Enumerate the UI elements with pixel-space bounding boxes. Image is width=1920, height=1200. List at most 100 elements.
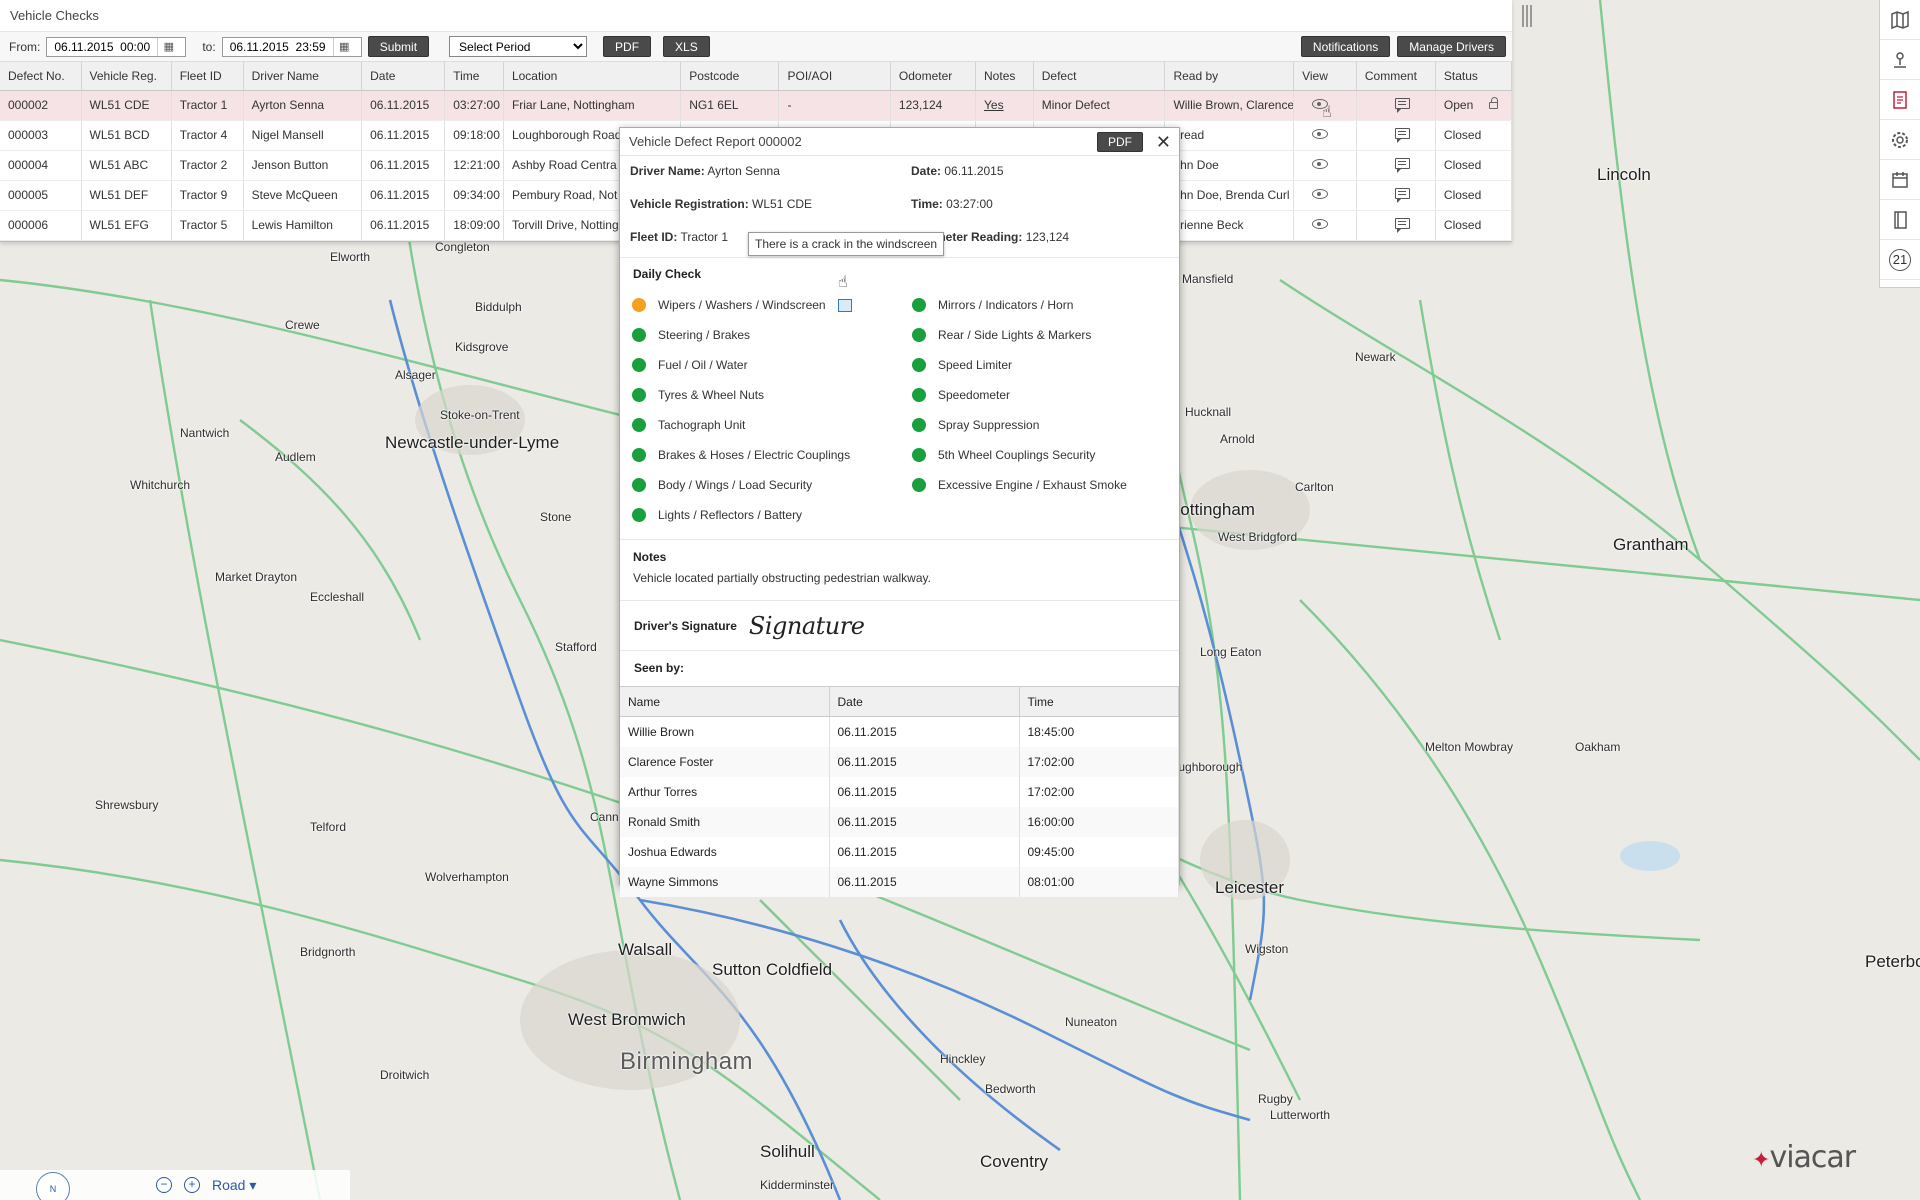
column-header[interactable]: View xyxy=(1293,62,1357,91)
table-cell: 06.11.2015 xyxy=(361,90,446,121)
column-header[interactable]: Comment xyxy=(1356,62,1436,91)
map-place-label: Long Eaton xyxy=(1200,645,1262,659)
map-place-label: Oakham xyxy=(1575,740,1621,754)
report-icon[interactable] xyxy=(1880,80,1920,120)
table-cell: Tractor 9 xyxy=(171,180,244,211)
settings-icon[interactable] xyxy=(1880,120,1920,160)
seen-cell: Clarence Foster xyxy=(620,746,830,777)
submit-button[interactable]: Submit xyxy=(367,36,430,57)
lock-icon[interactable] xyxy=(1489,97,1499,110)
column-header[interactable]: Date xyxy=(361,62,446,91)
manage-drivers-button[interactable]: Manage Drivers xyxy=(1397,36,1506,57)
map-place-label: Whitchurch xyxy=(130,478,191,492)
check-label: Mirrors / Indicators / Horn xyxy=(938,298,1074,312)
column-header[interactable]: Vehicle Reg. xyxy=(81,62,172,91)
zoom-in-icon[interactable]: + xyxy=(184,1177,200,1193)
time-field: Time: 03:27:00 xyxy=(911,197,993,211)
table-row[interactable]: 000002 WL51 CDE Tractor 1 Ayrton Senna 06.11… xyxy=(0,90,1513,121)
ok-status-icon xyxy=(912,448,926,462)
time-value: 03:27:00 xyxy=(946,197,993,211)
daily-check-left-column: Wipers / Washers / Windscreen Steering / … xyxy=(632,290,912,530)
map-place-label: Stone xyxy=(540,510,572,524)
table-cell: WL51 ABC xyxy=(81,150,172,181)
seen-column-header[interactable]: Date xyxy=(829,686,1020,717)
calendar-icon[interactable]: ▦ xyxy=(157,37,179,56)
compass-icon[interactable]: N xyxy=(36,1172,70,1200)
column-header[interactable]: Odometer xyxy=(890,62,977,91)
map-place-label: Carlton xyxy=(1295,480,1334,494)
seen-cell: 06.11.2015 xyxy=(829,836,1020,867)
status-text: Closed xyxy=(1443,158,1482,172)
table-cell: 09:34:00 xyxy=(444,180,504,211)
column-header[interactable]: Defect xyxy=(1033,62,1166,91)
map-place-label: Rugby xyxy=(1258,1092,1293,1106)
check-label: Body / Wings / Load Security xyxy=(658,478,813,492)
book-icon[interactable] xyxy=(1880,200,1920,240)
column-header[interactable]: Fleet ID xyxy=(171,62,244,91)
table-cell: Friar Lane, Nottingham xyxy=(503,90,682,121)
to-date-input[interactable] xyxy=(222,39,333,54)
ok-status-icon xyxy=(632,418,646,432)
column-header[interactable]: Defect No. xyxy=(0,62,82,91)
eye-icon[interactable] xyxy=(1312,219,1329,229)
check-label: Speed Limiter xyxy=(938,358,1013,372)
from-date-input[interactable] xyxy=(47,39,158,54)
period-select[interactable]: Select Period xyxy=(449,36,588,57)
status-cell: Open xyxy=(1435,90,1513,121)
column-header[interactable]: Notes xyxy=(975,62,1034,91)
check-item: 5th Wheel Couplings Security xyxy=(912,440,1182,470)
calendar-icon[interactable]: ▦ xyxy=(332,37,355,56)
map-type-selector[interactable]: Road ▾ xyxy=(212,1177,256,1194)
check-label: Wipers / Washers / Windscreen xyxy=(658,298,826,312)
map-icon[interactable] xyxy=(1880,0,1920,40)
close-icon[interactable]: ✕ xyxy=(1156,128,1171,156)
zoom-out-icon[interactable]: − xyxy=(156,1177,172,1193)
xls-export-button[interactable]: XLS xyxy=(663,36,710,57)
dialog-pdf-button[interactable]: PDF xyxy=(1097,132,1143,152)
eye-icon[interactable] xyxy=(1312,159,1329,169)
seen-column-header[interactable]: Time xyxy=(1019,686,1179,717)
comment-icon[interactable] xyxy=(1394,98,1410,113)
ok-status-icon xyxy=(912,298,926,312)
column-header[interactable]: Status xyxy=(1435,62,1513,91)
dialog-header: Vehicle Defect Report 000002 PDF ✕ xyxy=(620,128,1179,156)
from-date-field[interactable]: ▦ xyxy=(46,36,187,57)
map-place-label: Newark xyxy=(1355,350,1396,364)
counter-value: 21 xyxy=(1889,248,1911,271)
defect-note-icon[interactable] xyxy=(837,298,852,312)
counter-icon[interactable]: 21 xyxy=(1880,240,1920,280)
table-cell: Tractor 5 xyxy=(171,210,244,241)
column-header[interactable]: Postcode xyxy=(680,62,780,91)
eye-icon[interactable] xyxy=(1312,189,1329,199)
pdf-export-button[interactable]: PDF xyxy=(603,36,652,57)
check-item: Steering / Brakes xyxy=(632,320,912,350)
column-header[interactable]: POI/AOI xyxy=(778,62,891,91)
comment-icon[interactable] xyxy=(1394,188,1410,203)
notes-title: Notes xyxy=(633,550,667,564)
check-label: Tyres & Wheel Nuts xyxy=(658,388,765,402)
column-header[interactable]: Location xyxy=(503,62,682,91)
column-header[interactable]: Time xyxy=(444,62,504,91)
brand-logo: ✦viacar xyxy=(1752,1140,1856,1175)
map-place-label: Coventry xyxy=(980,1152,1049,1171)
comment-icon[interactable] xyxy=(1394,218,1410,233)
comment-icon[interactable] xyxy=(1394,128,1410,143)
notifications-button[interactable]: Notifications xyxy=(1300,36,1391,57)
check-label: Brakes & Hoses / Electric Couplings xyxy=(658,448,851,462)
panel-resize-handle[interactable] xyxy=(1522,5,1532,27)
to-date-field[interactable]: ▦ xyxy=(221,36,362,57)
seen-row: Arthur Torres 06.11.2015 17:02:00 xyxy=(620,776,1179,807)
check-item: Mirrors / Indicators / Horn xyxy=(912,290,1182,320)
table-cell: 000005 xyxy=(0,180,82,211)
eye-icon[interactable] xyxy=(1312,129,1329,139)
check-label: 5th Wheel Couplings Security xyxy=(938,448,1096,462)
seen-column-header[interactable]: Name xyxy=(620,686,830,717)
location-pin-icon[interactable] xyxy=(1880,40,1920,80)
column-header[interactable]: Read by xyxy=(1164,62,1295,91)
column-header[interactable]: Driver Name xyxy=(243,62,363,91)
seen-cell: 06.11.2015 xyxy=(829,806,1020,837)
comment-icon[interactable] xyxy=(1394,158,1410,173)
calendar-icon[interactable] xyxy=(1880,160,1920,200)
notes-link[interactable]: Yes xyxy=(975,90,1034,121)
driver-name-value: Ayrton Senna xyxy=(707,164,780,178)
